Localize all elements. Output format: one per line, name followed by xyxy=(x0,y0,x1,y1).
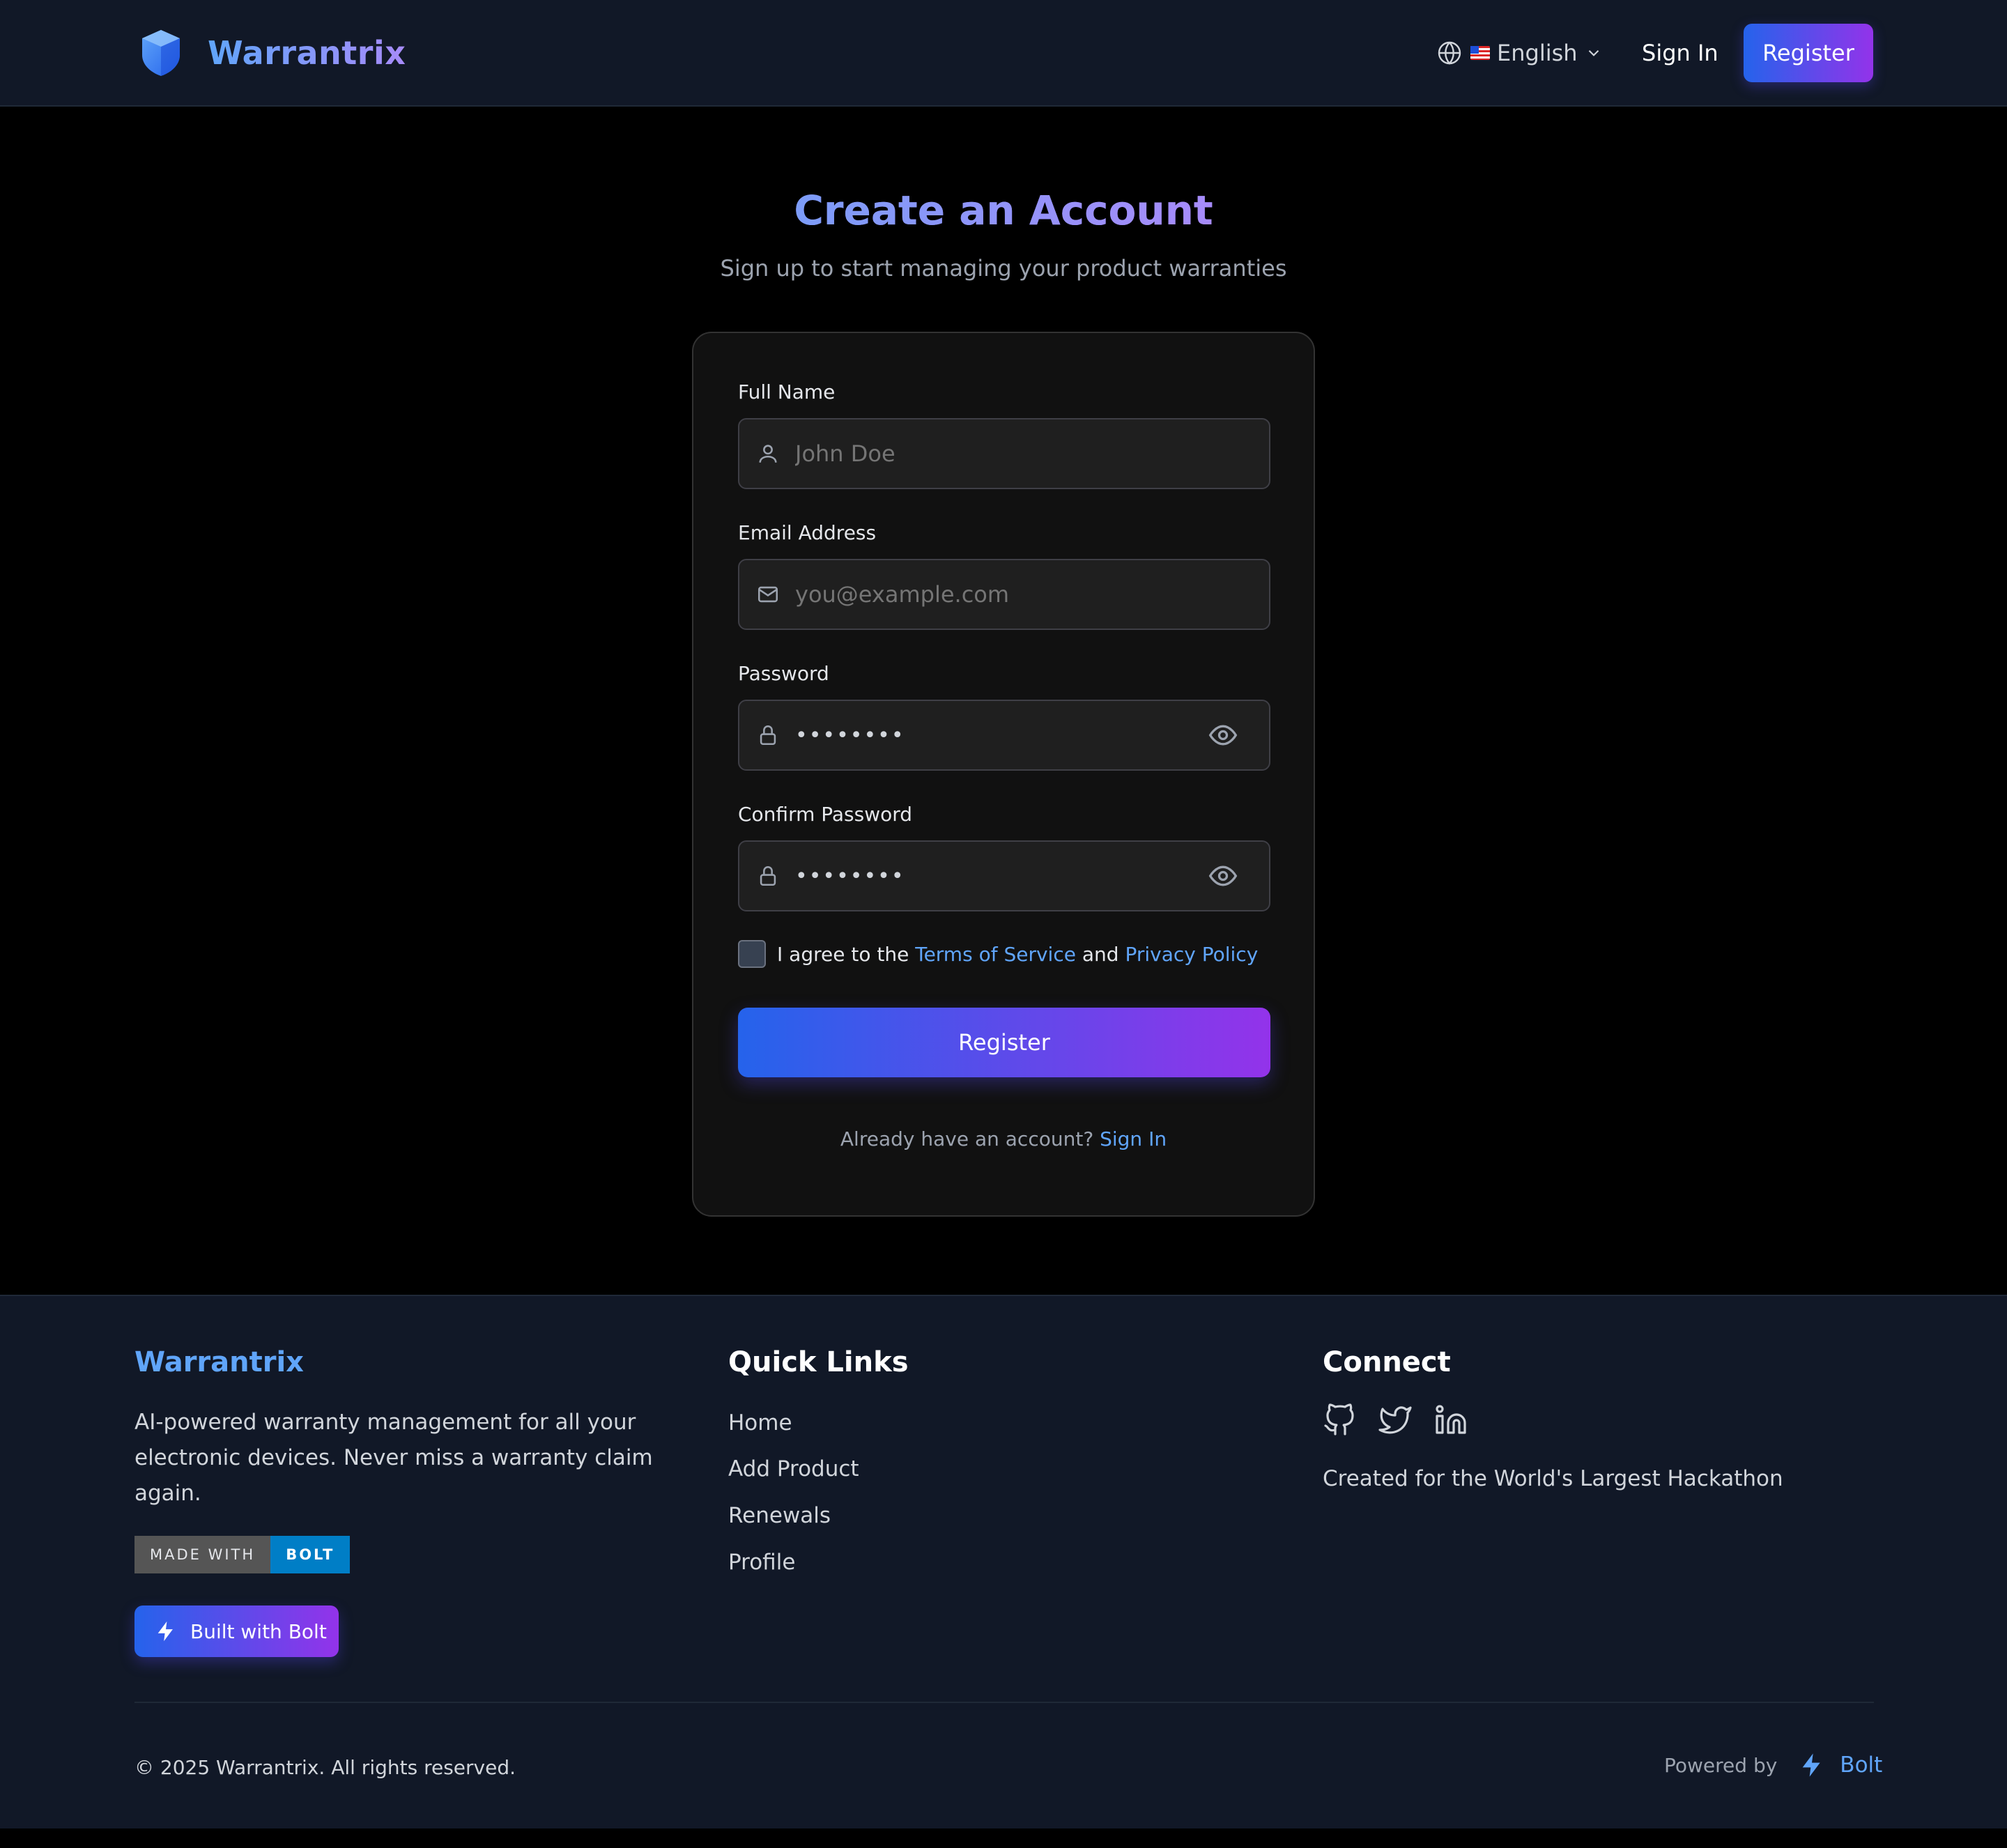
linkedin-icon[interactable] xyxy=(1434,1403,1468,1437)
brand-home-link[interactable]: Warrantrix xyxy=(139,26,406,79)
full-name-label: Full Name xyxy=(738,380,836,403)
confirm-password-field[interactable]: •••••••• xyxy=(738,840,1270,911)
quick-link-profile[interactable]: Profile xyxy=(728,1550,795,1575)
footer: Warrantrix AI-powered warranty managemen… xyxy=(0,1295,2007,1828)
quick-link-renewals[interactable]: Renewals xyxy=(728,1503,831,1528)
made-with-bolt-badge[interactable]: MADE WITH BOLT xyxy=(134,1536,351,1573)
chevron-down-icon xyxy=(1588,49,1599,56)
terms-of-service-link[interactable]: Terms of Service xyxy=(915,943,1076,966)
footer-description: AI-powered warranty management for all y… xyxy=(134,1410,653,1506)
globe-icon xyxy=(1438,41,1461,65)
footer-divider xyxy=(134,1702,1874,1703)
password-input[interactable]: •••••••• xyxy=(795,723,1208,748)
zap-icon xyxy=(1802,1753,1820,1777)
register-nav-button[interactable]: Register xyxy=(1744,24,1873,82)
us-flag-icon xyxy=(1470,46,1490,60)
lock-icon xyxy=(760,725,776,746)
zap-icon xyxy=(157,1621,173,1642)
powered-by-bolt[interactable]: Powered by Bolt xyxy=(1664,1748,1882,1782)
github-icon[interactable] xyxy=(1323,1403,1356,1437)
terms-checkbox[interactable] xyxy=(738,940,766,968)
full-name-input[interactable] xyxy=(795,440,1269,467)
built-with-bolt-label: Built with Bolt xyxy=(190,1619,327,1643)
password-field[interactable]: •••••••• xyxy=(738,700,1270,771)
twitter-icon[interactable] xyxy=(1378,1403,1412,1437)
email-input[interactable] xyxy=(795,581,1269,608)
email-field[interactable] xyxy=(738,559,1270,630)
shield-logo-icon xyxy=(142,30,180,76)
register-submit-button[interactable]: Register xyxy=(738,1008,1270,1077)
sign-in-form-link[interactable]: Sign In xyxy=(1100,1127,1167,1150)
terms-text: I agree to the Terms of Service and Priv… xyxy=(777,943,1258,966)
email-label: Email Address xyxy=(738,521,877,544)
page-title: Create an Account xyxy=(0,187,2007,234)
language-selector[interactable]: English xyxy=(1437,35,1603,71)
user-icon xyxy=(759,445,777,463)
already-text: Already have an account? xyxy=(840,1127,1094,1150)
privacy-policy-link[interactable]: Privacy Policy xyxy=(1125,943,1258,966)
quick-link-home[interactable]: Home xyxy=(728,1410,792,1435)
sign-in-link[interactable]: Sign In xyxy=(1642,35,1718,71)
full-name-field[interactable] xyxy=(738,418,1270,489)
confirm-password-label: Confirm Password xyxy=(738,803,913,826)
lock-icon xyxy=(760,866,776,886)
confirm-password-input[interactable]: •••••••• xyxy=(795,864,1208,888)
powered-by-label: Powered by xyxy=(1664,1753,1778,1777)
badge-right: BOLT xyxy=(270,1536,351,1573)
register-form-card: Full Name Email Address Password •••••••… xyxy=(692,332,1315,1217)
badge-left: MADE WITH xyxy=(134,1536,271,1573)
footer-brand: Warrantrix xyxy=(134,1346,304,1378)
agree-and: and xyxy=(1082,942,1119,966)
page-subtitle: Sign up to start managing your product w… xyxy=(720,255,1287,282)
password-label: Password xyxy=(738,662,829,685)
copyright: © 2025 Warrantrix. All rights reserved. xyxy=(134,1756,516,1779)
connect-title: Connect xyxy=(1323,1346,1451,1378)
terms-agreement: I agree to the Terms of Service and Priv… xyxy=(738,939,1258,969)
already-have-account: Already have an account? Sign In xyxy=(693,1127,1314,1150)
agree-prefix: I agree to the xyxy=(777,942,909,966)
quick-links-title: Quick Links xyxy=(728,1346,909,1378)
built-with-bolt-button[interactable]: Built with Bolt xyxy=(134,1606,339,1657)
top-navbar: Warrantrix English Sign In Register xyxy=(0,0,2007,107)
eye-icon[interactable] xyxy=(1208,720,1238,750)
language-label: English xyxy=(1497,40,1578,66)
brand-name: Warrantrix xyxy=(208,34,406,72)
quick-link-add-product[interactable]: Add Product xyxy=(728,1456,859,1481)
eye-icon[interactable] xyxy=(1208,861,1238,891)
powered-by-name: Bolt xyxy=(1840,1753,1883,1778)
mail-icon xyxy=(758,586,778,603)
created-for-text: Created for the World's Largest Hackatho… xyxy=(1323,1466,1783,1491)
